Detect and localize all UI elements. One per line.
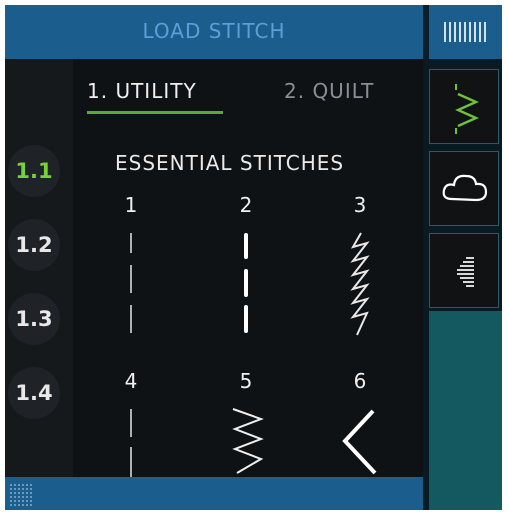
zigzag-mode-button[interactable] — [429, 69, 499, 144]
tab-utility[interactable]: 1. UTILITY — [87, 79, 197, 103]
stitch-number: 1 — [124, 193, 138, 217]
stitch-number: 5 — [239, 369, 253, 393]
page-title: LOAD STITCH — [142, 19, 286, 43]
stitch-6-button[interactable]: 6 — [342, 369, 425, 479]
tab-quilt[interactable]: 2. QUILT — [284, 79, 374, 103]
right-panel-fill — [429, 311, 502, 510]
stitch-1-button[interactable]: 1 — [116, 193, 196, 343]
category-sidebar: 1.1 1.2 1.3 1.4 — [5, 59, 73, 477]
sidebar-item-1-3[interactable]: 1.3 — [8, 293, 60, 345]
stitch-list-panel: 1. UTILITY 2. QUILT ESSENTIAL STITCHES 1… — [73, 59, 423, 477]
stitch-menu-icon — [444, 22, 486, 42]
sidebar-item-1-1[interactable]: 1.1 — [8, 145, 60, 197]
stitch-number: 4 — [124, 369, 138, 393]
stitch-4-button[interactable]: 4 — [116, 369, 196, 479]
dot-grid-icon — [9, 483, 33, 507]
stitch-menu-button[interactable] — [429, 5, 502, 59]
sidebar-item-1-4[interactable]: 1.4 — [8, 367, 60, 419]
straight-stitch-icon — [130, 233, 132, 333]
stitch-3-button[interactable]: 3 — [345, 193, 425, 343]
cloud-icon — [442, 174, 488, 202]
zigzag-stitch-mode-icon — [455, 84, 479, 134]
stretch-zigzag-stitch-icon — [350, 232, 370, 336]
footer-bar — [5, 477, 423, 510]
right-tool-panel — [423, 59, 502, 510]
stitch-density-icon — [457, 257, 474, 287]
cloud-button[interactable] — [429, 151, 499, 226]
stitch-number: 3 — [353, 193, 367, 217]
triple-straight-stitch-icon — [244, 233, 248, 333]
stitch-number: 6 — [353, 369, 367, 393]
active-tab-indicator — [87, 111, 223, 114]
stitch-5-button[interactable]: 5 — [231, 369, 311, 479]
section-title: ESSENTIAL STITCHES — [115, 151, 345, 175]
wide-zigzag-stitch-icon — [342, 409, 377, 475]
header-bar: LOAD STITCH — [5, 5, 423, 59]
straight-stitch-long-icon — [130, 409, 132, 477]
stitch-number: 2 — [239, 193, 253, 217]
sidebar-item-1-2[interactable]: 1.2 — [8, 219, 60, 271]
sewing-machine-screen: LOAD STITCH 1.1 1.2 1.3 1.4 1. UTILITY 2… — [5, 5, 502, 510]
zigzag-stitch-icon — [232, 408, 264, 474]
stitch-density-button[interactable] — [429, 233, 499, 308]
stitch-2-button[interactable]: 2 — [231, 193, 311, 343]
